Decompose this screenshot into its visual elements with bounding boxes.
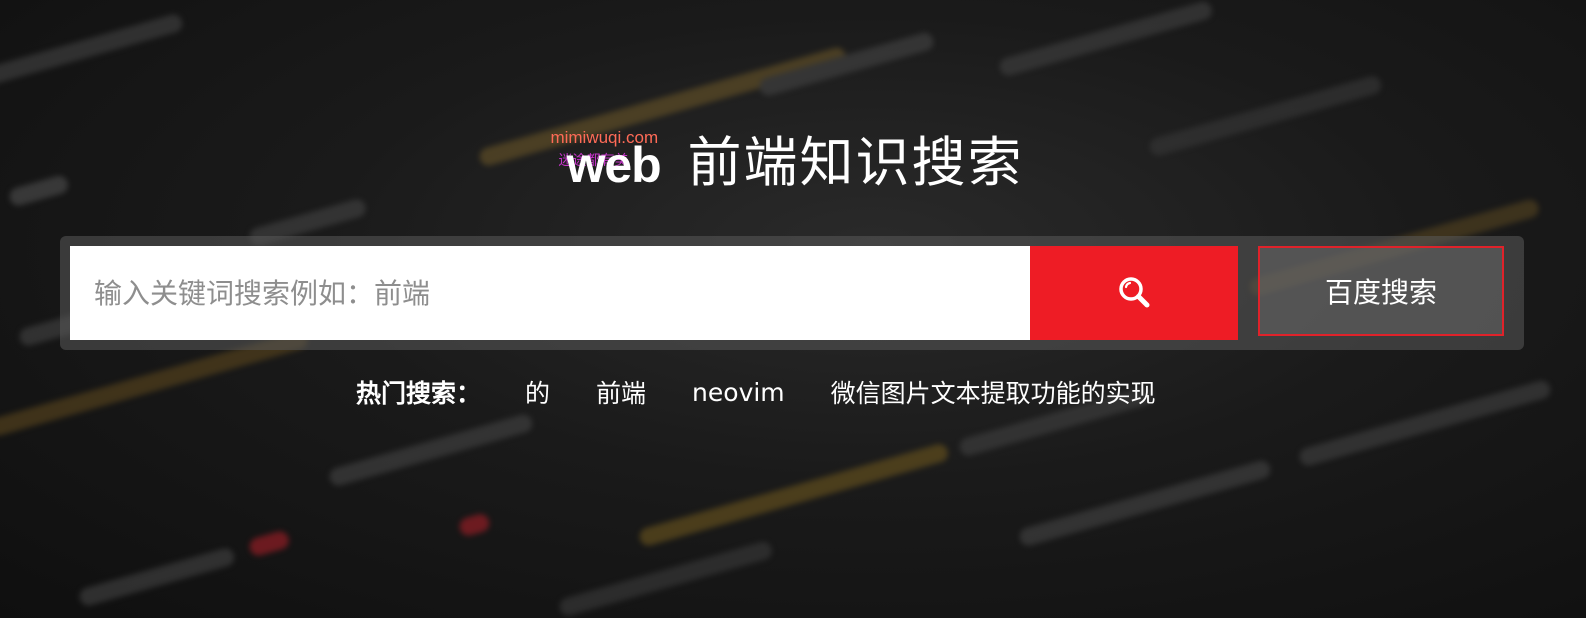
site-logo[interactable]: mimiwuqi.com 迷途都有美 web — [550, 126, 680, 193]
hot-search-link[interactable]: neovim — [692, 378, 785, 407]
hot-searches: 热门搜索： 的 前端 neovim 微信图片文本提取功能的实现 — [356, 372, 1156, 412]
baidu-search-button[interactable]: 百度搜索 — [1258, 246, 1504, 336]
page-title: 前端知识搜索 — [687, 131, 1024, 194]
hot-searches-label: 热门搜索： — [356, 379, 482, 408]
search-input[interactable] — [70, 246, 1030, 340]
logo-text: web — [566, 136, 661, 193]
hot-search-link[interactable]: 前端 — [596, 374, 646, 410]
hot-search-link[interactable]: 微信图片文本提取功能的实现 — [831, 374, 1156, 410]
hot-search-link[interactable]: 的 — [525, 374, 550, 410]
search-icon — [1117, 275, 1151, 312]
hero-section: mimiwuqi.com 迷途都有美 web 前端知识搜索 百度搜索 热门搜索：… — [0, 0, 1586, 618]
search-box: 百度搜索 — [60, 236, 1524, 350]
title-area: mimiwuqi.com 迷途都有美 web 前端知识搜索 — [0, 118, 1586, 198]
search-button[interactable] — [1030, 246, 1238, 340]
